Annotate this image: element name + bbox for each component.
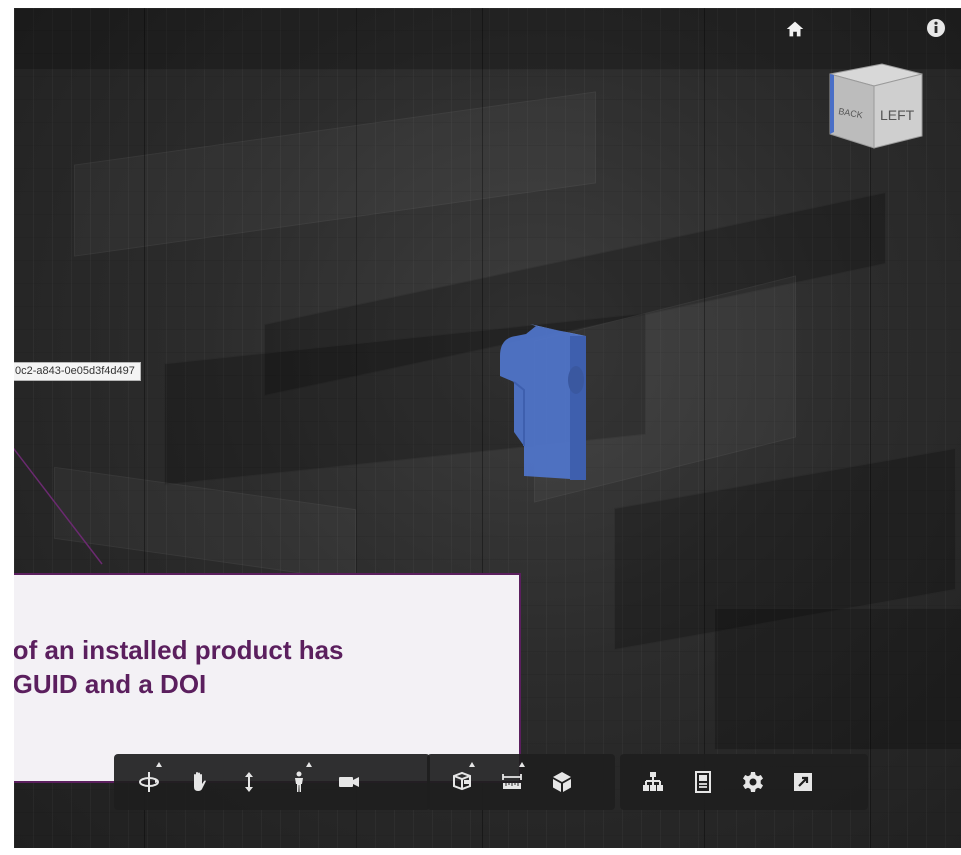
callout-line-1: e of an installed product has — [14, 635, 344, 665]
pan-button[interactable] — [174, 754, 224, 810]
section-icon — [553, 772, 571, 792]
camera-icon — [339, 777, 359, 787]
model-browser-button[interactable] — [628, 754, 678, 810]
callout-line-2: a GUID and a DOI — [14, 669, 207, 699]
fullscreen-icon — [794, 773, 812, 791]
ghost-line — [704, 8, 705, 848]
info-icon[interactable] — [926, 18, 946, 38]
view-cube[interactable]: LEFT BACK — [820, 56, 930, 156]
guid-tooltip: 0c2-a843-0e05d3f4d497 — [14, 362, 141, 381]
zoom-button[interactable] — [224, 754, 274, 810]
settings-icon — [743, 772, 763, 792]
camera-button[interactable] — [324, 754, 374, 810]
model-browser-icon — [643, 772, 663, 791]
pan-icon — [194, 772, 206, 791]
measure-icon — [502, 774, 522, 789]
zoom-icon — [245, 772, 253, 792]
orbit-button[interactable] — [124, 754, 174, 810]
explode-button[interactable] — [437, 754, 487, 810]
model-tools-toolbar — [427, 754, 615, 810]
properties-icon — [695, 771, 711, 793]
first-person-button[interactable] — [274, 754, 324, 810]
fullscreen-button[interactable] — [778, 754, 828, 810]
first-person-icon — [295, 771, 303, 792]
viewcube-face-left[interactable]: LEFT — [880, 107, 915, 123]
home-icon[interactable] — [784, 18, 806, 40]
orbit-icon — [139, 772, 159, 792]
ghost-geometry — [54, 466, 356, 582]
panels-toolbar — [620, 754, 868, 810]
ghost-geometry — [14, 8, 961, 70]
callout-box: e of an installed product has a GUID and… — [14, 573, 521, 783]
measure-button[interactable] — [487, 754, 537, 810]
ghost-geometry — [74, 91, 596, 257]
properties-button[interactable] — [678, 754, 728, 810]
callout-text: e of an installed product has a GUID and… — [14, 633, 519, 701]
navigation-toolbar — [114, 754, 430, 810]
ghost-geometry — [714, 608, 961, 750]
section-button[interactable] — [537, 754, 587, 810]
settings-button[interactable] — [728, 754, 778, 810]
3d-viewer-canvas[interactable]: LEFT BACK 0c2-a843-0e05d3f4d497 e of an … — [14, 8, 961, 848]
explode-icon — [453, 771, 471, 791]
selected-part[interactable] — [494, 320, 594, 480]
guid-text: 0c2-a843-0e05d3f4d497 — [15, 365, 135, 377]
